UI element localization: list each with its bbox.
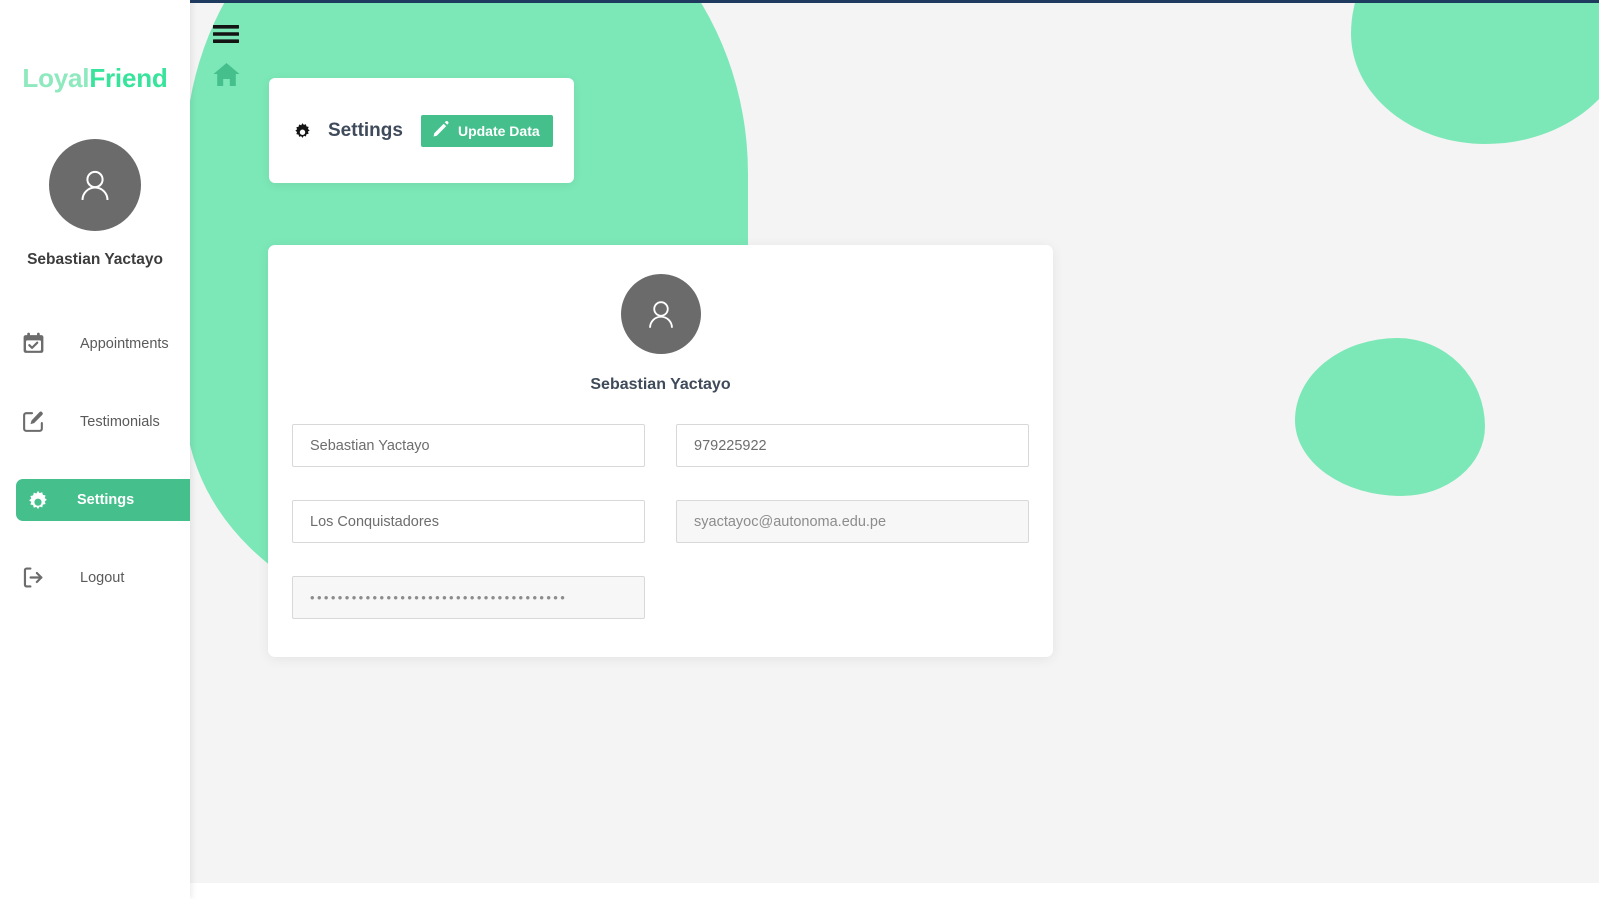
sidebar-item-label: Appointments [80,335,169,352]
sidebar-item-appointments[interactable]: Appointments [0,323,190,365]
profile-card: Sebastian Yactayo [268,245,1053,657]
decorative-blob-top-right [1351,0,1599,144]
sidebar-item-testimonials[interactable]: Testimonials [0,401,190,443]
sidebar: LoyalFriend Sebastian Yactayo Appointmen… [0,0,190,899]
gear-icon [292,120,313,141]
top-accent-strip [190,0,1599,3]
sidebar-item-settings[interactable]: Settings [16,478,190,521]
sidebar-item-label: Settings [77,491,135,508]
sidebar-item-label: Logout [80,569,125,586]
update-data-button[interactable]: Update Data [420,114,553,147]
settings-title-group: Settings [292,120,403,142]
sidebar-user-name: Sebastian Yactayo [27,250,163,268]
sidebar-nav: Appointments Testimonials Settings Logou… [0,323,190,599]
user-icon [648,301,673,328]
decorative-blob-middle-right [1295,338,1485,496]
address-field[interactable] [292,500,645,543]
full-name-field[interactable] [292,424,645,467]
hamburger-menu-icon[interactable] [213,24,239,51]
bottom-white-strip [190,883,1599,899]
brand-logo[interactable]: LoyalFriend [0,0,190,93]
avatar [620,274,701,354]
sign-out-icon [16,565,50,590]
home-icon[interactable] [213,62,240,92]
email-field[interactable] [676,500,1029,543]
phone-field[interactable] [676,424,1029,467]
pen-to-square-icon [16,409,50,434]
sidebar-item-logout[interactable]: Logout [0,557,190,599]
sidebar-item-label: Testimonials [80,413,160,430]
profile-name: Sebastian Yactayo [590,376,731,393]
brand-logo-part-two: Friend [89,63,168,93]
calendar-check-icon [16,331,50,356]
user-icon [81,170,109,200]
page-title: Settings [328,119,403,141]
gear-icon [16,487,60,513]
profile-form [268,424,1053,652]
avatar [49,138,141,231]
pencil-icon [432,120,449,141]
update-data-button-label: Update Data [457,122,540,139]
settings-header-card: Settings Update Data [269,78,574,183]
brand-logo-part-one: Loyal [22,63,90,93]
password-field[interactable] [292,576,645,619]
